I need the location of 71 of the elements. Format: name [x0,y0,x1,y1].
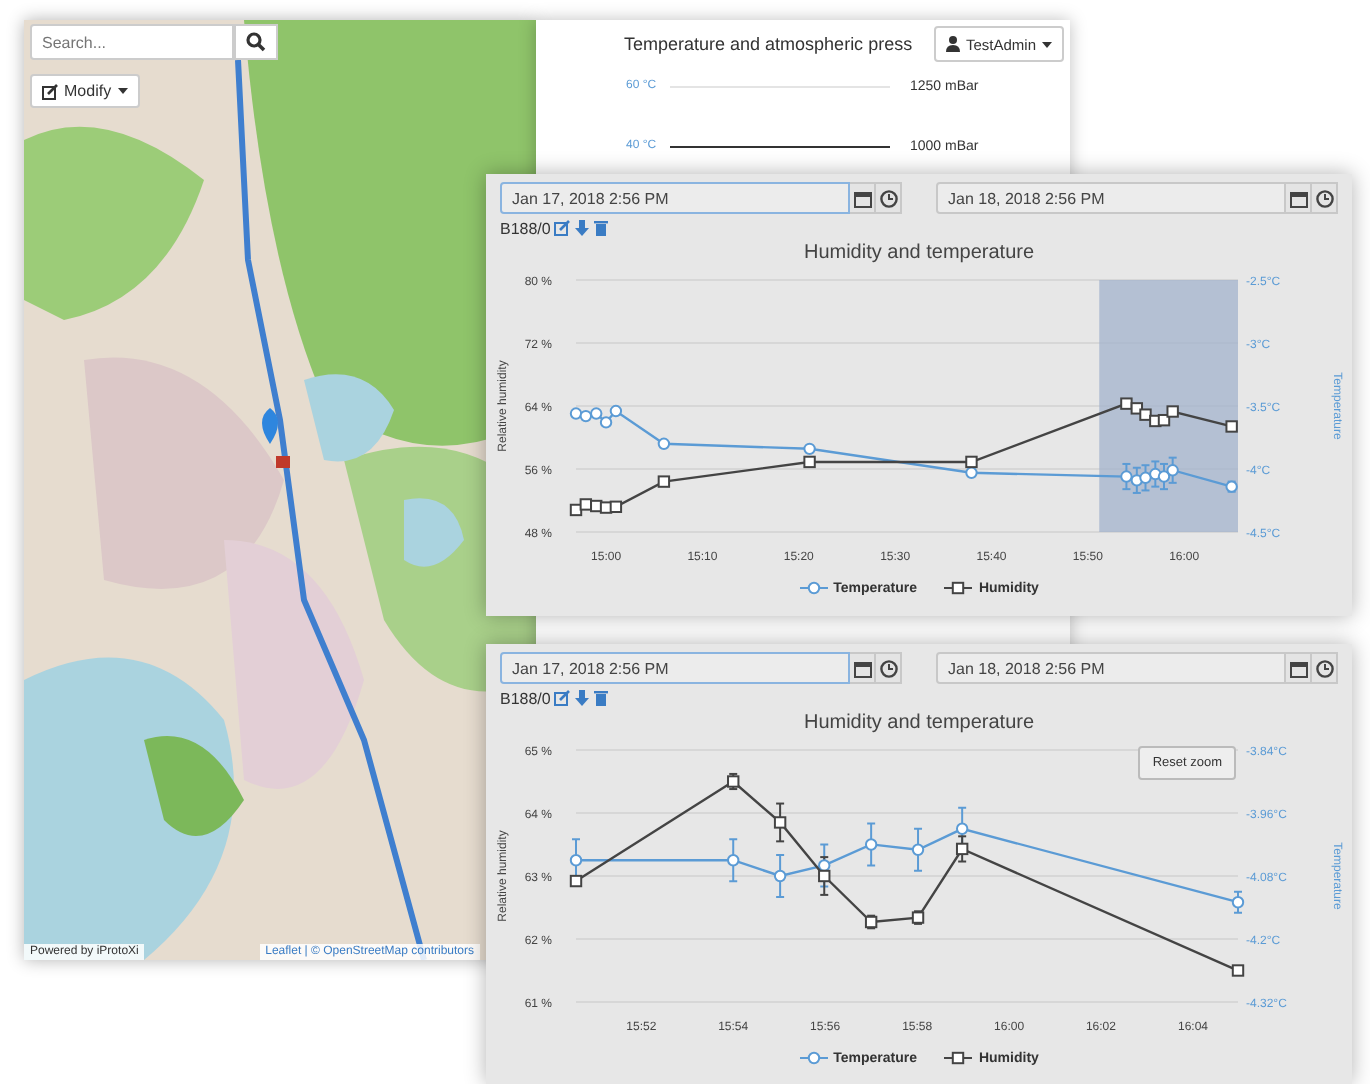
point [1120,470,1133,483]
date-field[interactable]: Jan 17, 2018 2:56 PM [500,652,850,684]
chart-title: Humidity and temperature [801,242,1037,268]
search-button[interactable] [234,24,278,60]
chart-title: Temperature and atmospheric press [624,32,913,58]
point [1231,964,1245,977]
point [773,816,787,829]
edit-icon[interactable] [554,220,571,236]
calendar-icon[interactable] [1286,652,1312,684]
error-bar [1233,890,1243,914]
calendar-icon[interactable] [1286,182,1312,214]
point [590,407,603,420]
point [1225,420,1238,433]
point [579,409,593,423]
point [599,416,613,429]
trash-icon[interactable] [594,220,609,236]
point [818,869,831,883]
pencil-icon [42,83,58,99]
point [609,404,623,418]
point [569,407,583,420]
point [1166,405,1179,418]
circle-marker-icon [799,580,828,596]
caret-icon [117,88,128,94]
modify-button[interactable]: Modify [30,74,140,108]
point [1231,896,1245,909]
calendar-icon[interactable] [850,652,876,684]
error-bar [775,802,786,843]
point [864,838,878,851]
point [569,854,583,867]
point [803,442,816,456]
sensor-label: B188/0 [500,219,551,237]
caret-icon [1042,41,1052,47]
chart-title: Humidity and temperature [801,712,1037,738]
point [803,455,816,469]
point [955,842,969,856]
point [955,822,969,835]
download-icon[interactable] [574,220,591,236]
point [657,475,671,488]
point [657,437,671,450]
download-icon[interactable] [574,690,591,706]
date-field[interactable]: Jan 18, 2018 2:56 PM [936,182,1286,214]
point [727,854,740,867]
point [911,843,925,856]
error-bar [913,827,924,872]
point [1139,471,1152,485]
clock-icon[interactable] [1312,652,1338,684]
error-bar [728,838,739,883]
square-marker-icon [944,1050,973,1066]
sensor-label: B188/0 [500,689,551,707]
point [965,455,978,469]
error-bar [775,854,786,898]
date-field[interactable]: Jan 18, 2018 2:56 PM [936,652,1286,684]
search-field[interactable]: Search... [30,24,234,60]
user-icon [945,36,960,52]
edit-icon[interactable] [554,690,571,706]
date-field[interactable]: Jan 17, 2018 2:56 PM [500,182,850,214]
circle-marker-icon [799,1050,828,1066]
point [1120,397,1133,410]
point [609,500,623,513]
error-bar [866,822,877,867]
clock-icon[interactable] [1312,182,1338,214]
calendar-icon[interactable] [850,182,876,214]
search-icon [246,32,266,52]
clock-icon[interactable] [876,182,902,214]
point [1139,408,1152,421]
point [1157,470,1171,483]
clock-icon[interactable] [876,652,902,684]
point [1166,464,1179,477]
trash-icon[interactable] [594,690,609,706]
point [773,869,787,883]
square-marker-icon [944,580,973,596]
